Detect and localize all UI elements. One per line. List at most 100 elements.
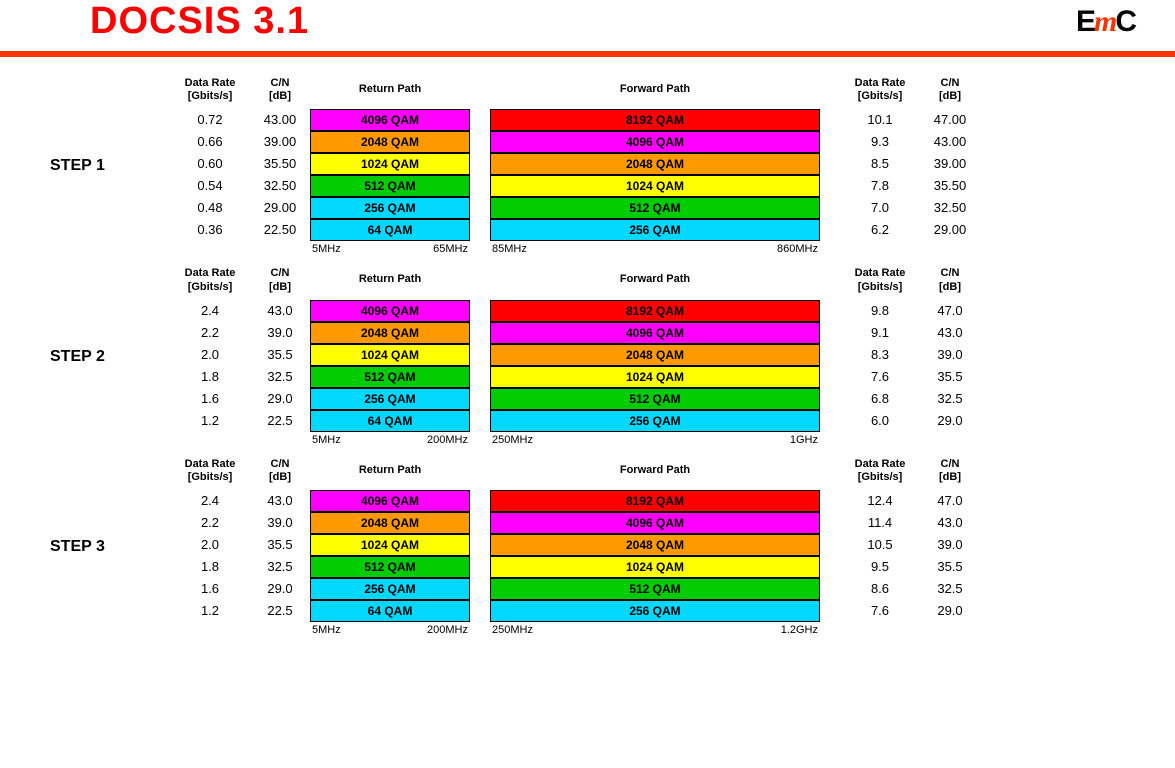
return-qam-bar: 4096 QAM: [310, 109, 470, 131]
return-freq-range: 5MHz200MHz: [310, 624, 470, 636]
hdr-data-rate-left: Data Rate[Gbits/s]: [170, 267, 250, 293]
forward-freq-low: 250MHz: [492, 434, 533, 446]
data-row: 2.239.02048 QAM4096 QAM11.443.0: [170, 512, 980, 534]
hdr-forward-path: Forward Path: [490, 77, 820, 103]
cell-data-rate-left: 1.2: [170, 410, 250, 432]
logo: EmC: [1076, 5, 1135, 39]
cell-data-rate-left: 2.4: [170, 300, 250, 322]
column-headers: Data Rate[Gbits/s]C/N[dB]Return PathForw…: [170, 77, 980, 103]
cell-data-rate-right: 10.1: [840, 109, 920, 131]
cell-cn-left: 32.5: [250, 366, 310, 388]
hdr-cn-left: C/N[dB]: [250, 458, 310, 484]
forward-freq-high: 1GHz: [790, 434, 818, 446]
forward-qam-bar: 256 QAM: [490, 219, 820, 241]
cell-data-rate-left: 1.6: [170, 578, 250, 600]
hdr-data-rate-right: Data Rate[Gbits/s]: [840, 458, 920, 484]
hdr-data-rate-left: Data Rate[Gbits/s]: [170, 77, 250, 103]
cell-cn-right: 32.5: [920, 388, 980, 410]
cell-data-rate-left: 2.2: [170, 512, 250, 534]
cell-data-rate-left: 0.48: [170, 197, 250, 219]
cell-data-rate-left: 1.8: [170, 556, 250, 578]
cell-data-rate-left: 0.66: [170, 131, 250, 153]
cell-cn-right: 32.5: [920, 578, 980, 600]
cell-data-rate-right: 6.0: [840, 410, 920, 432]
logo-c: C: [1115, 5, 1135, 38]
hdr-return-path: Return Path: [310, 77, 470, 103]
forward-freq-range: 250MHz 1.2GHz: [490, 624, 820, 636]
data-row: 0.3622.5064 QAM256 QAM6.229.00: [170, 219, 980, 241]
data-row: 0.6639.002048 QAM4096 QAM9.343.00: [170, 131, 980, 153]
hdr-cn-left: C/N[dB]: [250, 267, 310, 293]
return-qam-bar: 256 QAM: [310, 388, 470, 410]
step-1: STEP 1Data Rate[Gbits/s]C/N[dB]Return Pa…: [40, 77, 1135, 255]
hdr-data-rate-right: Data Rate[Gbits/s]: [840, 77, 920, 103]
forward-qam-bar: 4096 QAM: [490, 512, 820, 534]
logo-e: E: [1076, 5, 1094, 38]
data-row: 2.035.51024 QAM2048 QAM8.339.0: [170, 344, 980, 366]
forward-qam-bar: 8192 QAM: [490, 109, 820, 131]
cell-data-rate-right: 11.4: [840, 512, 920, 534]
hdr-cn-right: C/N[dB]: [920, 267, 980, 293]
return-qam-bar: 1024 QAM: [310, 534, 470, 556]
return-qam-bar: 256 QAM: [310, 197, 470, 219]
cell-data-rate-left: 2.4: [170, 490, 250, 512]
hdr-data-rate-left: Data Rate[Gbits/s]: [170, 458, 250, 484]
cell-cn-left: 22.5: [250, 600, 310, 622]
cell-cn-left: 43.00: [250, 109, 310, 131]
forward-qam-bar: 1024 QAM: [490, 366, 820, 388]
cell-cn-right: 47.00: [920, 109, 980, 131]
cell-cn-left: 29.00: [250, 197, 310, 219]
cell-data-rate-right: 8.5: [840, 153, 920, 175]
cell-cn-right: 35.50: [920, 175, 980, 197]
cell-data-rate-left: 1.8: [170, 366, 250, 388]
page-title: DOCSIS 3.1: [90, 0, 309, 43]
data-row: 1.832.5512 QAM1024 QAM7.635.5: [170, 366, 980, 388]
cell-cn-right: 47.0: [920, 300, 980, 322]
forward-qam-bar: 2048 QAM: [490, 344, 820, 366]
forward-qam-bar: 4096 QAM: [490, 131, 820, 153]
return-qam-bar: 4096 QAM: [310, 300, 470, 322]
return-qam-bar: 2048 QAM: [310, 512, 470, 534]
cell-cn-right: 29.0: [920, 410, 980, 432]
forward-freq-high: 1.2GHz: [781, 624, 818, 636]
hdr-cn-left: C/N[dB]: [250, 77, 310, 103]
frequency-row: 5MHz200MHz250MHz1GHz: [170, 434, 980, 446]
cell-data-rate-left: 0.60: [170, 153, 250, 175]
cell-cn-left: 35.5: [250, 534, 310, 556]
step-block: Data Rate[Gbits/s]C/N[dB]Return PathForw…: [170, 77, 980, 255]
step-label: STEP 2: [40, 348, 170, 366]
cell-cn-right: 29.00: [920, 219, 980, 241]
forward-freq-low: 250MHz: [492, 624, 533, 636]
forward-qam-bar: 512 QAM: [490, 197, 820, 219]
cell-cn-left: 35.5: [250, 344, 310, 366]
cell-cn-right: 29.0: [920, 600, 980, 622]
cell-cn-left: 39.0: [250, 512, 310, 534]
hdr-cn-right: C/N[dB]: [920, 77, 980, 103]
cell-data-rate-right: 6.2: [840, 219, 920, 241]
frequency-row: 5MHz65MHz85MHz860MHz: [170, 243, 980, 255]
forward-freq-range: 250MHz 1GHz: [490, 434, 820, 446]
cell-cn-left: 43.0: [250, 490, 310, 512]
return-qam-bar: 1024 QAM: [310, 153, 470, 175]
cell-cn-left: 39.00: [250, 131, 310, 153]
cell-data-rate-right: 7.6: [840, 366, 920, 388]
forward-qam-bar: 1024 QAM: [490, 175, 820, 197]
return-freq-low: 5MHz: [312, 434, 341, 446]
cell-cn-left: 32.5: [250, 556, 310, 578]
data-row: 1.832.5512 QAM1024 QAM9.535.5: [170, 556, 980, 578]
cell-cn-right: 35.5: [920, 556, 980, 578]
step-3: STEP 3Data Rate[Gbits/s]C/N[dB]Return Pa…: [40, 458, 1135, 636]
cell-cn-right: 39.0: [920, 344, 980, 366]
cell-data-rate-left: 2.0: [170, 344, 250, 366]
header: DOCSIS 3.1 EmC: [0, 0, 1175, 51]
forward-qam-bar: 256 QAM: [490, 600, 820, 622]
step-label: STEP 1: [40, 157, 170, 175]
return-qam-bar: 2048 QAM: [310, 131, 470, 153]
forward-qam-bar: 2048 QAM: [490, 153, 820, 175]
return-qam-bar: 4096 QAM: [310, 490, 470, 512]
step-2: STEP 2Data Rate[Gbits/s]C/N[dB]Return Pa…: [40, 267, 1135, 445]
column-headers: Data Rate[Gbits/s]C/N[dB]Return PathForw…: [170, 458, 980, 484]
cell-data-rate-right: 8.3: [840, 344, 920, 366]
cell-data-rate-right: 9.5: [840, 556, 920, 578]
cell-cn-left: 29.0: [250, 578, 310, 600]
